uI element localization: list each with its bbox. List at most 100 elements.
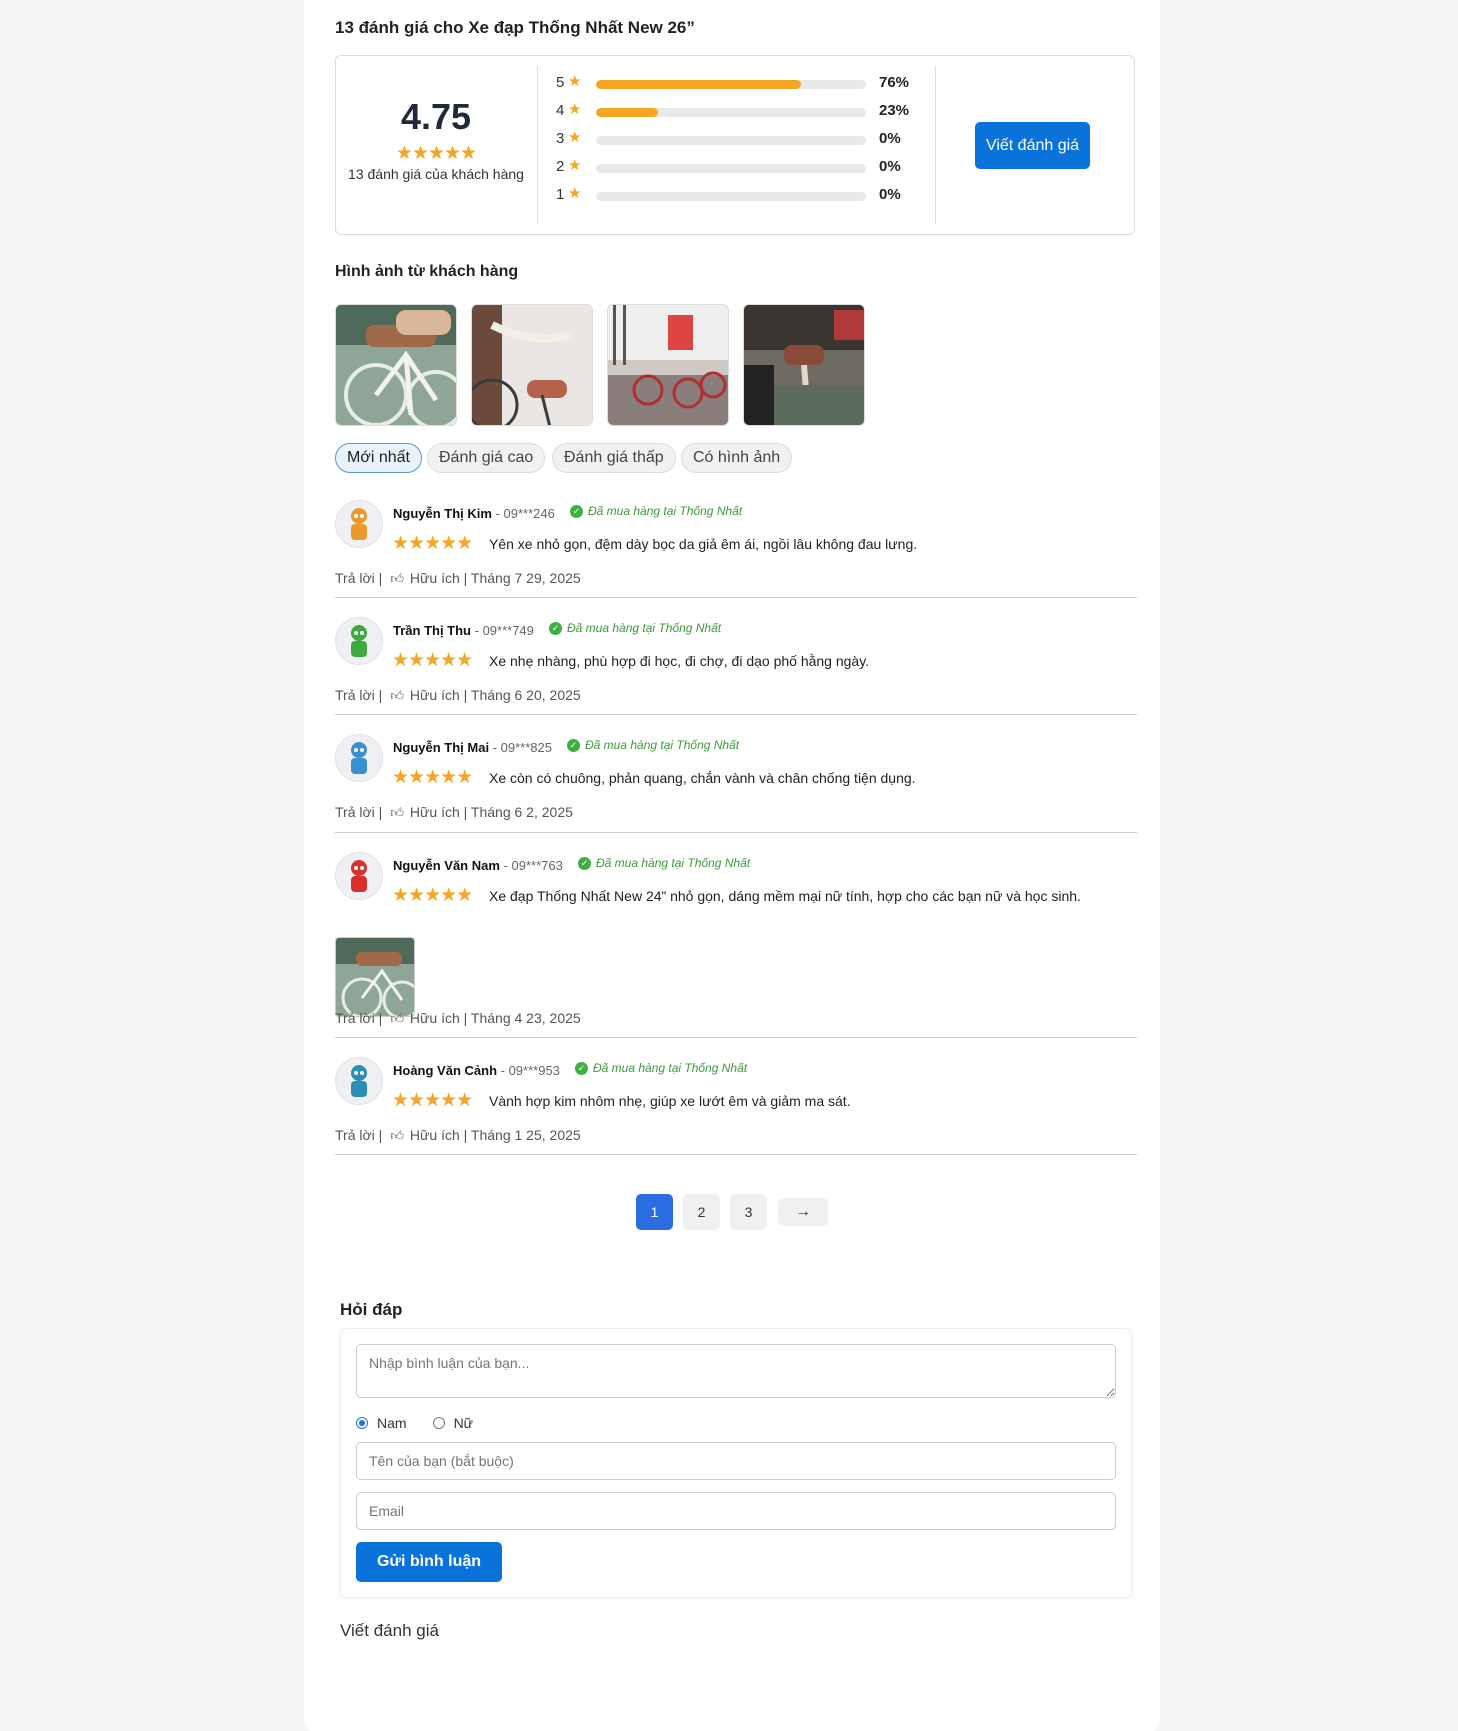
reply-link[interactable]: Trả lời <box>335 1010 375 1026</box>
reviewer-name: Trần Thị Thu <box>393 623 471 638</box>
bar-track <box>596 192 866 201</box>
helpful-link[interactable]: Hữu ích <box>410 804 460 820</box>
star-icon: ★ <box>568 157 582 174</box>
gender-male-radio[interactable] <box>356 1417 368 1429</box>
verified-label: Đã mua hàng tại Thống Nhất <box>585 738 740 752</box>
helpful-link[interactable]: Hữu ích <box>410 1127 460 1143</box>
avatar-figure <box>351 524 367 540</box>
avatar-figure <box>351 1081 367 1097</box>
write-review-link[interactable]: Viết đánh giá <box>340 1621 439 1641</box>
review-stars: ★★★★★ <box>392 650 473 671</box>
review-meta: Trả lời | 👍︎ Hữu ích | Tháng 7 29, 2025 <box>335 570 581 587</box>
reviewer-name: Nguyễn Thị Kim <box>393 506 492 521</box>
review-text: Yên xe nhỏ gọn, đệm dày bọc da giả êm ái… <box>489 536 918 552</box>
check-icon: ✓ <box>575 1061 588 1075</box>
filter-newest[interactable]: Mới nhất <box>335 443 422 473</box>
thumbs-up-icon[interactable]: 👍︎ <box>390 688 404 704</box>
average-rating-box: 4.75 ★★★★★ 13 đánh giá của khách hàng <box>336 56 536 236</box>
customer-photo[interactable] <box>607 304 729 426</box>
helpful-link[interactable]: Hữu ích <box>410 570 460 586</box>
star-icon: ★ <box>568 185 582 202</box>
write-review-button[interactable]: Viết đánh giá <box>975 122 1090 169</box>
review-meta: Trả lời | 👍︎ Hữu ích | Tháng 4 23, 2025 <box>335 1010 581 1027</box>
avatar-figure <box>351 508 367 524</box>
reviewer-name: Nguyễn Văn Nam <box>393 858 500 873</box>
qa-form: Nam Nữ Gửi bình luận <box>340 1328 1132 1598</box>
customer-photos-heading: Hình ảnh từ khách hàng <box>335 263 519 280</box>
avatar-figure <box>351 742 367 758</box>
rating-bars: 5 ★ 76% 4 ★ 23% 3 ★ 0% 2 ★ 0% 1 ★ 0% <box>556 72 916 212</box>
reviewer: Nguyễn Thị Kim - 09***246 <box>393 506 555 521</box>
filter-high-rating[interactable]: Đánh giá cao <box>427 443 546 473</box>
star-icon: ★ <box>568 73 582 90</box>
page-1-button[interactable]: 1 <box>636 1194 673 1230</box>
review-date: Tháng 1 25, 2025 <box>470 1127 581 1143</box>
bar-fill <box>596 80 802 89</box>
avatar-figure <box>351 641 367 657</box>
avatar <box>335 617 383 665</box>
average-rating: 4.75 <box>400 96 472 137</box>
review-date: Tháng 4 23, 2025 <box>470 1010 581 1026</box>
next-page-button[interactable]: → <box>778 1198 828 1226</box>
thumbs-up-icon[interactable]: 👍︎ <box>390 1128 404 1144</box>
gender-female-radio[interactable] <box>432 1417 445 1429</box>
customer-photo[interactable] <box>743 304 865 426</box>
reply-link[interactable]: Trả lời <box>335 1127 375 1143</box>
reviewer-name: Nguyễn Thị Mai <box>393 740 490 755</box>
reply-link[interactable]: Trả lời <box>335 687 375 703</box>
bar-star-number: 5 <box>556 74 565 91</box>
thumbs-up-icon[interactable]: 👍︎ <box>390 805 404 821</box>
gender-select: Nam Nữ <box>356 1415 473 1431</box>
bar-track <box>596 136 866 145</box>
rating-summary: 4.75 ★★★★★ 13 đánh giá của khách hàng 5 … <box>335 55 1135 235</box>
page-2-button[interactable]: 2 <box>683 1194 720 1230</box>
helpful-link[interactable]: Hữu ích <box>410 687 460 703</box>
avatar-figure <box>351 758 367 774</box>
rating-bar-1: 1 ★ 0% <box>556 184 916 212</box>
review-meta: Trả lời | 👍︎ Hữu ích | Tháng 1 25, 2025 <box>335 1127 581 1144</box>
reply-link[interactable]: Trả lời <box>335 804 375 820</box>
filter-with-images[interactable]: Có hình ảnh <box>681 443 793 473</box>
reviewer-phone: 09***763 <box>511 858 563 873</box>
filter-low-rating[interactable]: Đánh giá thấp <box>552 443 676 473</box>
helpful-link[interactable]: Hữu ích <box>410 1010 460 1026</box>
review-text: Vành hợp kim nhôm nhẹ, giúp xe lướt êm v… <box>489 1093 851 1109</box>
thumbs-up-icon[interactable]: 👍︎ <box>390 571 404 587</box>
rating-bar-3: 3 ★ 0% <box>556 128 916 156</box>
bar-percent: 0% <box>879 186 901 203</box>
review-count: 13 đánh giá của khách hàng <box>348 166 524 182</box>
review-text: Xe còn có chuông, phản quang, chắn vành … <box>489 770 916 786</box>
email-input[interactable] <box>356 1492 1116 1530</box>
bar-track <box>596 80 866 89</box>
submit-comment-button[interactable]: Gửi bình luận <box>356 1542 502 1582</box>
check-icon: ✓ <box>549 621 562 635</box>
avatar-figure <box>351 625 367 641</box>
customer-photo[interactable] <box>471 304 593 426</box>
avatar <box>335 852 383 900</box>
name-input[interactable] <box>356 1442 1116 1480</box>
avatar <box>335 734 383 782</box>
review-item: Trần Thị Thu - 09***749 ✓ Đã mua hàng tại… <box>335 617 1137 715</box>
thumbs-up-icon[interactable]: 👍︎ <box>390 1011 404 1027</box>
rating-bar-2: 2 ★ 0% <box>556 156 916 184</box>
reviewer-phone: 09***825 <box>500 740 552 755</box>
reviewer: Nguyễn Thị Mai - 09***825 <box>393 740 552 755</box>
avatar-figure <box>351 860 367 876</box>
reviews-panel: 13 đánh giá cho Xe đạp Thống Nhất New 26… <box>304 0 1160 1731</box>
review-photo[interactable] <box>335 937 415 1017</box>
reviewer: Hoàng Văn Cảnh - 09***953 <box>393 1063 560 1078</box>
qa-heading: Hỏi đáp <box>340 1300 403 1319</box>
reviewer-phone: 09***953 <box>508 1063 560 1078</box>
divider <box>935 66 936 224</box>
verified-badge: ✓ Đã mua hàng tại Thống Nhất <box>578 856 750 870</box>
reply-link[interactable]: Trả lời <box>335 570 375 586</box>
avatar <box>335 1057 383 1105</box>
customer-photo[interactable] <box>335 304 457 426</box>
bar-star-number: 3 <box>556 130 565 147</box>
review-stars: ★★★★★ <box>392 533 473 554</box>
avatar-figure <box>351 876 367 892</box>
review-meta: Trả lời | 👍︎ Hữu ích | Tháng 6 2, 2025 <box>335 804 573 821</box>
reviewer: Trần Thị Thu - 09***749 <box>393 623 534 638</box>
page-3-button[interactable]: 3 <box>730 1194 767 1230</box>
comment-input[interactable] <box>356 1344 1116 1398</box>
